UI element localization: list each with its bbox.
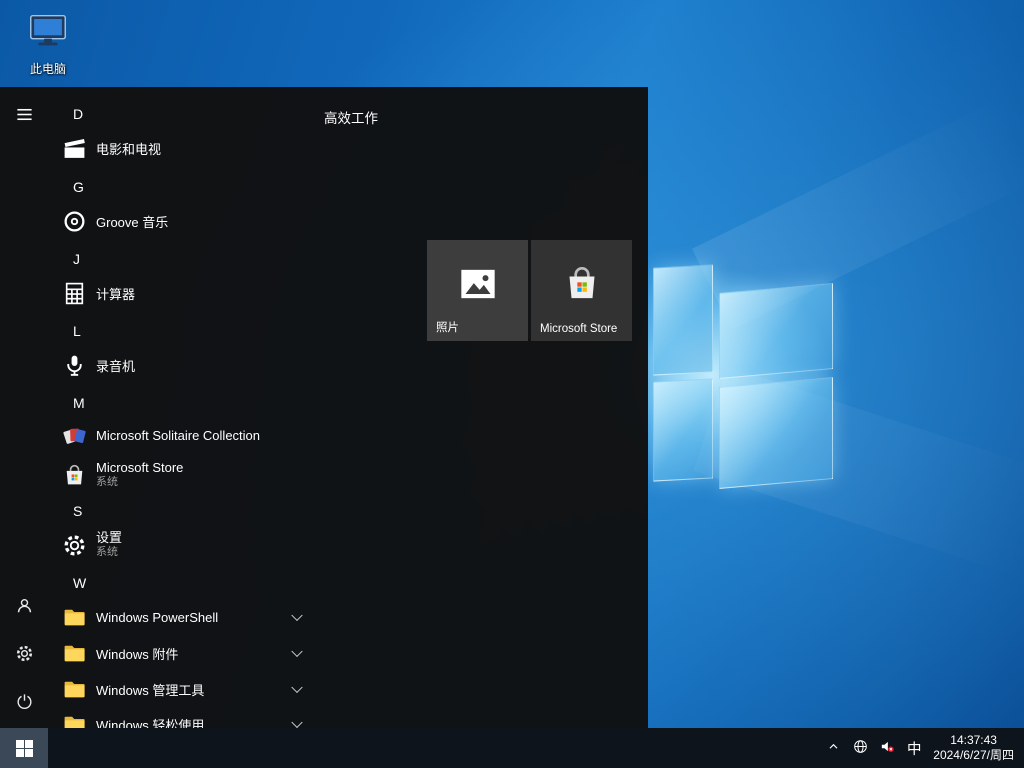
folder-icon bbox=[62, 677, 87, 702]
store-icon bbox=[562, 264, 602, 304]
app-label: Windows 附件 bbox=[96, 644, 178, 663]
app-label: Microsoft Solitaire Collection bbox=[96, 428, 260, 443]
app-row-windows-admin-tools[interactable]: Windows 管理工具 bbox=[48, 671, 368, 707]
power-icon bbox=[15, 692, 34, 714]
screen: 此电脑 bbox=[0, 0, 1024, 768]
logo-pane bbox=[719, 283, 833, 379]
app-row-movies-tv[interactable]: 电影和电视 bbox=[48, 130, 368, 166]
gear-icon bbox=[15, 644, 34, 666]
app-label: Microsoft Store bbox=[96, 460, 183, 475]
app-row-windows-accessories[interactable]: Windows 附件 bbox=[48, 635, 368, 671]
clock[interactable]: 14:37:43 2024/6/27/周四 bbox=[927, 728, 1024, 768]
app-row-solitaire[interactable]: Microsoft Solitaire Collection bbox=[48, 417, 368, 453]
section-letter-s[interactable]: S bbox=[48, 499, 82, 523]
windows-logo-icon bbox=[16, 740, 33, 757]
voice-recorder-icon bbox=[62, 353, 87, 378]
app-label: Groove 音乐 bbox=[96, 212, 168, 231]
network-status-button[interactable] bbox=[847, 728, 874, 768]
app-row-groove-music[interactable]: Groove 音乐 bbox=[48, 203, 368, 239]
clock-time: 14:37:43 bbox=[950, 733, 997, 748]
hamburger-icon bbox=[15, 105, 34, 127]
logo-pane bbox=[653, 378, 713, 481]
app-row-settings[interactable]: 设置 系统 bbox=[48, 523, 368, 567]
speaker-muted-icon bbox=[879, 738, 896, 758]
start-button[interactable] bbox=[0, 728, 48, 768]
solitaire-icon bbox=[62, 423, 87, 448]
tile-group: 照片 Microsoft Store bbox=[427, 240, 632, 341]
section-letter-g[interactable]: G bbox=[48, 175, 84, 199]
this-pc-label: 此电脑 bbox=[30, 60, 66, 77]
chevron-down-icon[interactable] bbox=[291, 610, 302, 621]
taskbar: 中 14:37:43 2024/6/27/周四 bbox=[0, 728, 1024, 768]
app-row-calculator[interactable]: 计算器 bbox=[48, 275, 368, 311]
app-label: 录音机 bbox=[96, 356, 135, 375]
section-letter-m[interactable]: M bbox=[48, 391, 85, 415]
section-letter-w[interactable]: W bbox=[48, 571, 86, 595]
folder-icon bbox=[62, 605, 87, 630]
store-icon bbox=[62, 463, 87, 488]
computer-monitor-icon bbox=[25, 8, 71, 59]
section-letter-l[interactable]: L bbox=[48, 319, 81, 343]
ime-indicator[interactable]: 中 bbox=[901, 728, 927, 768]
folder-icon bbox=[62, 712, 87, 729]
start-rail bbox=[0, 87, 48, 728]
app-label: Windows 管理工具 bbox=[96, 680, 204, 699]
app-row-windows-ease-of-access[interactable]: Windows 轻松使用 bbox=[48, 706, 368, 728]
system-tray: 中 14:37:43 2024/6/27/周四 bbox=[820, 728, 1024, 768]
tile-group-header[interactable]: 高效工作 bbox=[324, 107, 378, 127]
section-letter-j[interactable]: J bbox=[48, 247, 80, 271]
app-label: 设置 bbox=[96, 530, 122, 545]
tile-microsoft-store[interactable]: Microsoft Store bbox=[531, 240, 632, 341]
app-row-microsoft-store[interactable]: Microsoft Store 系统 bbox=[48, 453, 368, 497]
tile-label: 照片 bbox=[436, 319, 459, 335]
tile-label: Microsoft Store bbox=[540, 323, 617, 335]
start-menu: D 电影和电视 G Groove 音乐 J bbox=[0, 87, 648, 728]
folder-icon bbox=[62, 641, 87, 666]
app-row-windows-powershell[interactable]: Windows PowerShell bbox=[48, 599, 368, 635]
app-sublabel: 系统 bbox=[96, 545, 122, 560]
logo-pane bbox=[719, 377, 833, 489]
volume-button[interactable] bbox=[874, 728, 901, 768]
expand-menu-button[interactable] bbox=[0, 92, 48, 140]
app-list: D 电影和电视 G Groove 音乐 J bbox=[48, 87, 378, 728]
app-sublabel: 系统 bbox=[96, 475, 183, 490]
windows-hero-logo bbox=[645, 258, 845, 493]
chevron-down-icon[interactable] bbox=[291, 682, 302, 693]
app-label: 计算器 bbox=[96, 284, 135, 303]
tile-photos[interactable]: 照片 bbox=[427, 240, 528, 341]
chevron-down-icon[interactable] bbox=[291, 717, 302, 728]
app-label: 电影和电视 bbox=[96, 139, 161, 158]
app-label: Windows PowerShell bbox=[96, 610, 218, 625]
photos-icon bbox=[458, 264, 498, 304]
settings-gear-icon bbox=[62, 533, 87, 558]
app-row-voice-recorder[interactable]: 录音机 bbox=[48, 347, 368, 383]
movies-tv-icon bbox=[62, 136, 87, 161]
user-icon bbox=[15, 596, 34, 618]
tray-expand-button[interactable] bbox=[820, 728, 847, 768]
calculator-icon bbox=[62, 281, 87, 306]
groove-music-icon bbox=[62, 209, 87, 234]
power-button[interactable] bbox=[0, 679, 48, 727]
logo-pane bbox=[653, 264, 713, 375]
app-label: Windows 轻松使用 bbox=[96, 715, 204, 729]
this-pc-icon[interactable]: 此电脑 bbox=[10, 8, 86, 77]
section-letter-d[interactable]: D bbox=[48, 102, 83, 126]
chevron-down-icon[interactable] bbox=[291, 646, 302, 657]
settings-button[interactable] bbox=[0, 631, 48, 679]
user-account-button[interactable] bbox=[0, 583, 48, 631]
clock-date: 2024/6/27/周四 bbox=[933, 748, 1014, 763]
chevron-up-icon bbox=[825, 738, 842, 758]
globe-network-icon bbox=[852, 738, 869, 758]
